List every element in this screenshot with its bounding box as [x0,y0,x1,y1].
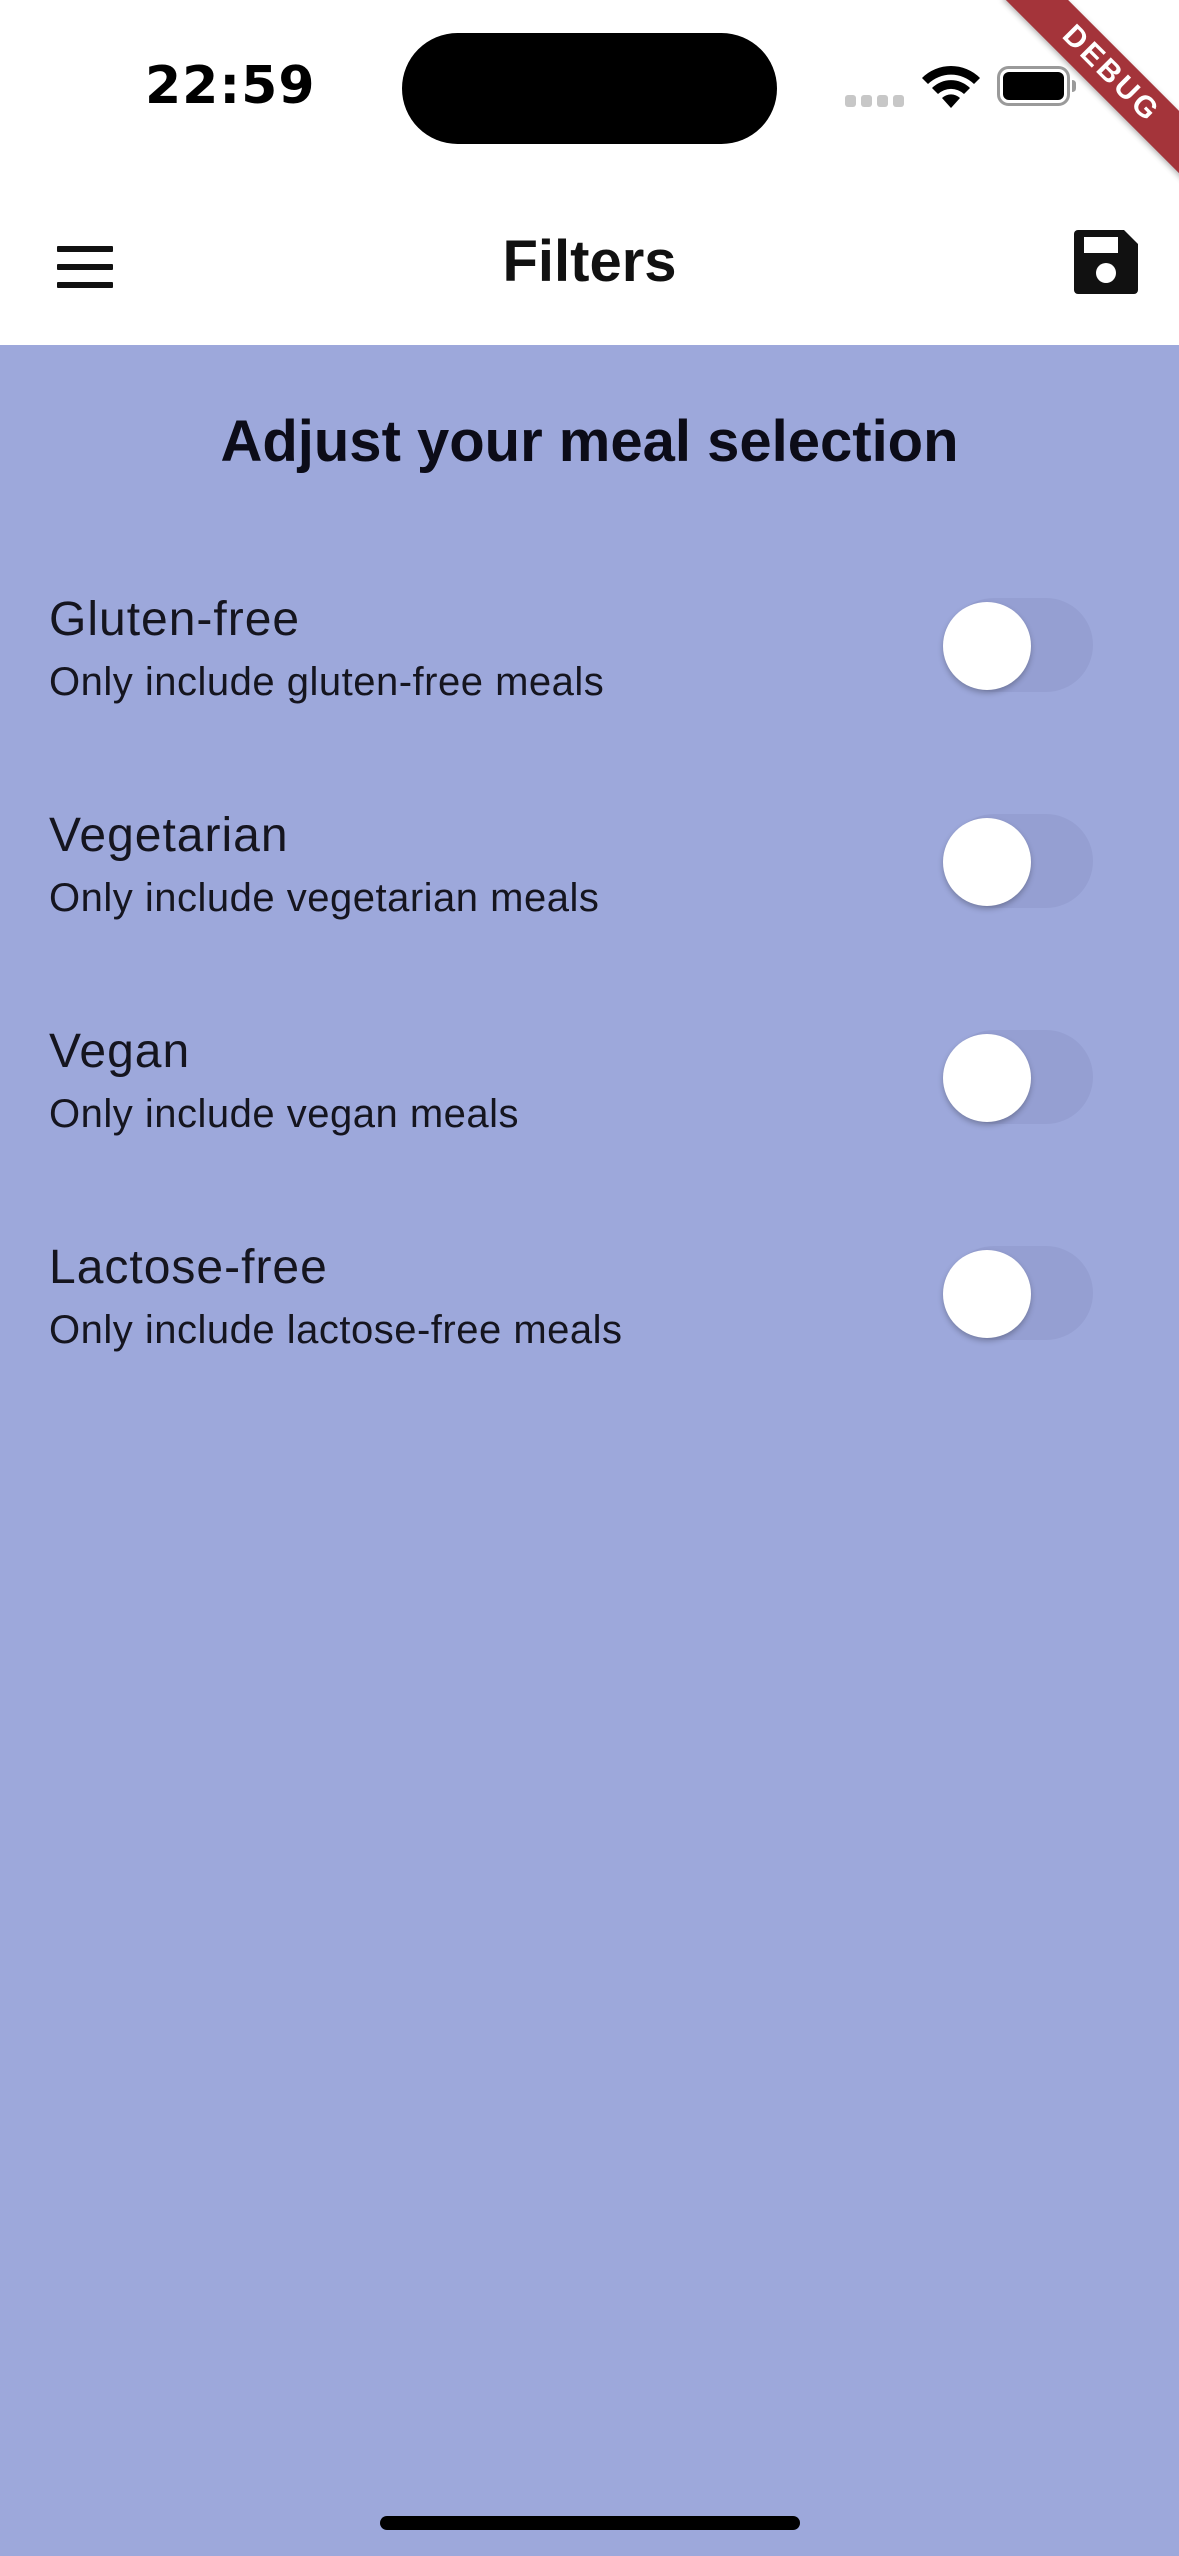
filter-subtitle: Only include vegan meals [49,1092,520,1136]
filter-row-lactose-free[interactable]: Lactose-free Only include lactose-free m… [0,1240,1179,1410]
filter-row-vegan[interactable]: Vegan Only include vegan meals [0,1024,1179,1194]
filter-row-vegetarian[interactable]: Vegetarian Only include vegetarian meals [0,808,1179,978]
filter-title: Vegan [49,1025,191,1078]
filter-row-gluten-free[interactable]: Gluten-free Only include gluten-free mea… [0,592,1179,762]
home-indicator[interactable] [380,2516,800,2530]
status-bar: 22:59 [0,0,1179,190]
switch-thumb [943,818,1031,906]
app-bar: Filters [0,190,1179,345]
save-button[interactable] [1074,230,1138,294]
vegetarian-switch[interactable] [943,814,1093,908]
status-time: 22:59 [145,56,316,116]
filter-subtitle: Only include lactose-free meals [49,1308,623,1352]
filter-title: Gluten-free [49,593,301,646]
filter-subtitle: Only include gluten-free meals [49,660,605,704]
filter-title: Lactose-free [49,1241,328,1294]
page-title: Filters [502,229,677,294]
dynamic-island [402,33,777,144]
wifi-icon [922,65,980,108]
switch-thumb [943,1034,1031,1122]
switch-thumb [943,602,1031,690]
lactose-free-switch[interactable] [943,1246,1093,1340]
floppy-disk-icon [1074,230,1138,294]
cellular-signal-icon [845,95,905,107]
vegan-switch[interactable] [943,1030,1093,1124]
filter-title: Vegetarian [49,809,289,862]
filter-subtitle: Only include vegetarian meals [49,876,600,920]
filters-screen: 22:59 DEBUG Filters Adjust your meal sel… [0,0,1179,2556]
switch-thumb [943,1250,1031,1338]
section-heading: Adjust your meal selection [220,409,959,474]
battery-icon [997,66,1076,106]
gluten-free-switch[interactable] [943,598,1093,692]
